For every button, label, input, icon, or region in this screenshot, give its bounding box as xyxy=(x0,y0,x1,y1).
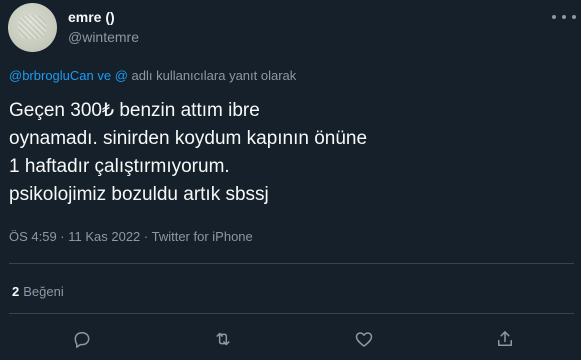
tweet-text-line: Geçen 300₺ benzin attım ibre xyxy=(9,100,260,121)
likes-label: Beğeni xyxy=(23,284,64,299)
share-button[interactable] xyxy=(494,328,516,350)
tweet-text-line: oynamadı. sinirden koydum kapının önüne xyxy=(9,128,368,149)
tweet-timestamp[interactable]: ÖS 4:59 · 11 Kas 2022 · Twitter for iPho… xyxy=(9,229,253,244)
likes-count: 2 xyxy=(12,284,20,299)
avatar[interactable] xyxy=(8,3,57,52)
author-display-name[interactable]: emre () xyxy=(68,9,115,25)
retweet-icon xyxy=(216,332,230,346)
reply-context: @brbrogluCan ve @ adlı kullanıcılara yan… xyxy=(9,68,296,83)
reply-context-text: adlı kullanıcılara yanıt olarak xyxy=(127,68,297,83)
author-handle[interactable]: @wintemre xyxy=(68,29,139,45)
share-icon xyxy=(498,331,512,346)
divider xyxy=(9,313,574,314)
like-button[interactable] xyxy=(353,328,375,350)
reply-button[interactable] xyxy=(71,328,93,350)
tweet-text: Geçen 300₺ benzin attım ibre oynamadı. s… xyxy=(9,97,569,209)
more-options-icon[interactable] xyxy=(552,10,576,24)
like-icon xyxy=(355,332,373,347)
action-bar xyxy=(0,328,581,352)
likes-summary[interactable]: 2 Beğeni xyxy=(12,284,64,299)
retweet-button[interactable] xyxy=(212,328,234,350)
divider xyxy=(9,263,574,264)
tweet-detail: emre () @wintemre @brbrogluCan ve @ adlı… xyxy=(0,0,581,360)
tweet-text-line: psikolojimiz bozuldu artık sbssj xyxy=(9,184,269,205)
reply-mentions[interactable]: @brbrogluCan ve @ xyxy=(9,68,128,83)
tweet-text-line: 1 haftadır çalıştırmıyorum. xyxy=(9,156,230,177)
reply-icon xyxy=(74,332,90,348)
